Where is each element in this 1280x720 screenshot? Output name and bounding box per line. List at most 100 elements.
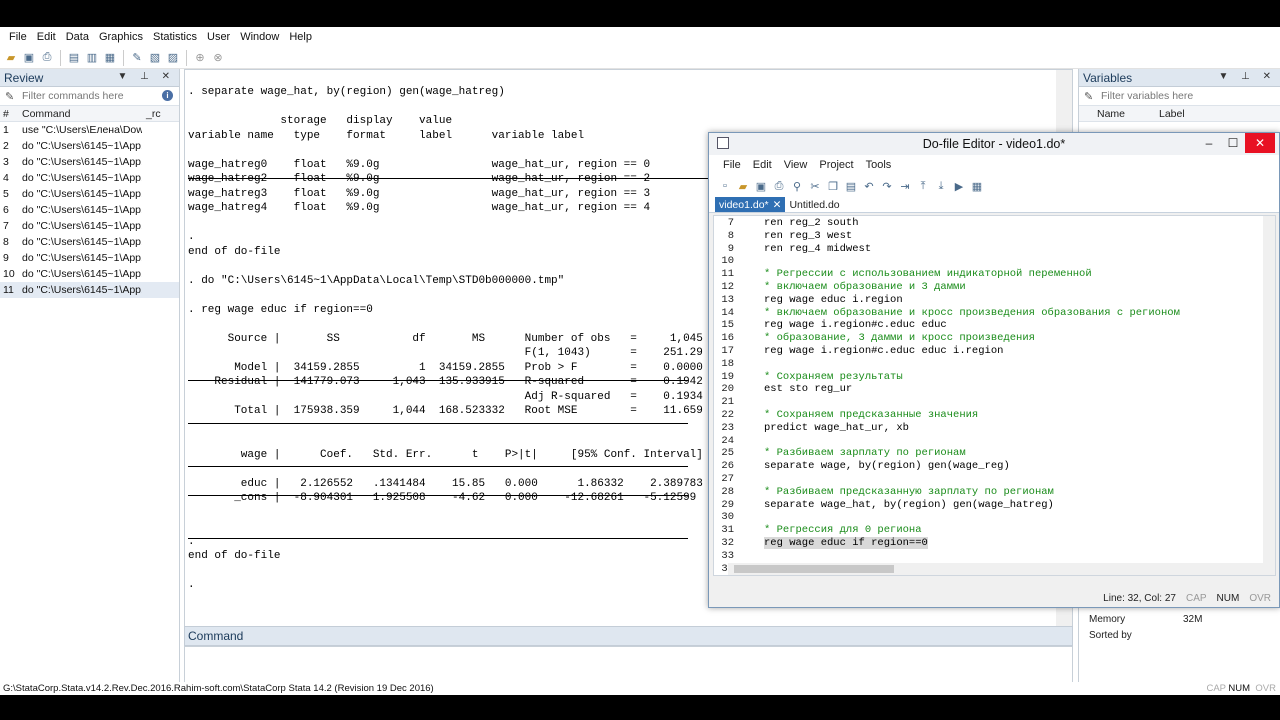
open-icon[interactable]: ▰	[3, 50, 19, 66]
editor-titlebar[interactable]: Do-file Editor - video1.do* – ☐ ✕	[709, 133, 1279, 155]
col-name-header[interactable]: Name	[1079, 108, 1159, 120]
tab-untitled[interactable]: Untitled.do	[785, 197, 843, 212]
minimize-icon[interactable]: –	[1197, 133, 1221, 153]
review-row[interactable]: 4 do "C:\Users\6145~1\App...	[0, 170, 179, 186]
review-row[interactable]: 8 do "C:\Users\6145~1\App...	[0, 234, 179, 250]
review-filter[interactable]: ✎ Filter commands here i	[0, 87, 179, 106]
tab-video1[interactable]: video1.do* ✕	[715, 197, 786, 212]
line-text: ren reg_3 west	[764, 229, 853, 242]
break-icon[interactable]: ⊗	[210, 50, 226, 66]
review-row[interactable]: 9 do "C:\Users\6145~1\App...	[0, 250, 179, 266]
menu-graphics[interactable]: Graphics	[94, 31, 148, 43]
find-icon[interactable]: ⚲	[789, 178, 805, 194]
panel-buttons[interactable]: ▼ ⊥ ✕	[117, 71, 175, 82]
print-icon[interactable]: ⎙	[39, 50, 55, 66]
review-row[interactable]: 1 use "C:\Users\Елена\Dow...	[0, 122, 179, 138]
maximize-icon[interactable]: ☐	[1221, 133, 1245, 153]
code-text: separate wage_hat, by(region) gen(wage_h…	[734, 499, 1054, 512]
status-cap: CAP	[1206, 683, 1226, 694]
redo-icon[interactable]: ↷	[879, 178, 895, 194]
review-row-number: 9	[3, 252, 9, 264]
review-row-command: do "C:\Users\6145~1\App...	[22, 268, 142, 280]
editor-menu-tools[interactable]: Tools	[860, 159, 898, 171]
line-number: 21	[721, 396, 734, 409]
line-text: * Сохраняем предсказанные значения	[764, 408, 979, 421]
review-row[interactable]: 11 do "C:\Users\6145~1\App...	[0, 282, 179, 298]
undo-icon[interactable]: ↶	[861, 178, 877, 194]
variables-filter[interactable]: ✎ Filter variables here	[1079, 87, 1280, 106]
line-text: reg wage i.region#c.educ educ i.region	[764, 344, 1004, 357]
execute-icon[interactable]: ▦	[969, 178, 985, 194]
code-text: reg wage i.region#c.educ educ	[734, 319, 947, 332]
line-text: * образование, 3 дамми и кросс произведе…	[764, 332, 1035, 345]
code-line: 17 reg wage i.region#c.educ educ i.region	[714, 345, 1275, 358]
editor-code-area[interactable]: 7 ren reg_2 south 8 ren reg_3 west 9 ren reg_…	[713, 215, 1276, 576]
menu-data[interactable]: Data	[61, 31, 94, 43]
review-row[interactable]: 6 do "C:\Users\6145~1\App...	[0, 202, 179, 218]
review-filter-input[interactable]: Filter commands here	[22, 90, 124, 102]
col-rc-header[interactable]: _rc	[146, 108, 161, 120]
variables-column-header: Name Label	[1079, 106, 1280, 122]
do-file-editor-icon[interactable]: ✎	[129, 50, 145, 66]
menu-user[interactable]: User	[202, 31, 235, 43]
save-icon[interactable]: ▣	[753, 178, 769, 194]
menu-help[interactable]: Help	[284, 31, 317, 43]
editor-horizontal-scrollbar[interactable]	[728, 563, 1263, 575]
open-icon[interactable]: ▰	[735, 178, 751, 194]
info-icon[interactable]: i	[162, 90, 173, 101]
code-comment: * Сохраняем результаты	[734, 371, 903, 384]
data-browser-icon[interactable]: ▨	[165, 50, 181, 66]
run-icon[interactable]: ▶	[951, 178, 967, 194]
col-label-header[interactable]: Label	[1159, 108, 1185, 120]
log-icon[interactable]: ▤	[66, 50, 82, 66]
shift-down-icon[interactable]: ⤓	[933, 178, 949, 194]
editor-menu-project[interactable]: Project	[813, 159, 859, 171]
scroll-thumb[interactable]	[734, 565, 894, 573]
review-panel: Review ▼ ⊥ ✕ ✎ Filter commands here i # …	[0, 69, 180, 695]
menu-file[interactable]: File	[4, 31, 32, 43]
review-row[interactable]: 5 do "C:\Users\6145~1\App...	[0, 186, 179, 202]
review-row[interactable]: 3 do "C:\Users\6145~1\App...	[0, 154, 179, 170]
code-text: predict wage_hat_ur, xb	[734, 422, 909, 435]
more-icon[interactable]: ⊕	[192, 50, 208, 66]
review-row-command: do "C:\Users\6145~1\App...	[22, 188, 142, 200]
copy-icon[interactable]: ❐	[825, 178, 841, 194]
review-row[interactable]: 2 do "C:\Users\6145~1\App...	[0, 138, 179, 154]
tab-close-icon[interactable]: ✕	[773, 199, 782, 211]
panel-buttons[interactable]: ▼ ⊥ ✕	[1218, 71, 1276, 82]
col-num-header[interactable]: #	[0, 108, 22, 120]
menu-window[interactable]: Window	[235, 31, 284, 43]
graph-icon[interactable]: ▦	[102, 50, 118, 66]
close-icon[interactable]: ✕	[1245, 133, 1275, 153]
command-panel-header: Command	[184, 626, 1073, 646]
col-command-header[interactable]: Command	[22, 108, 146, 120]
menu-edit[interactable]: Edit	[32, 31, 61, 43]
status-num: NUM	[1228, 683, 1250, 694]
new-icon[interactable]: ▫	[717, 178, 733, 194]
review-row[interactable]: 7 do "C:\Users\6145~1\App...	[0, 218, 179, 234]
toolbar-divider	[186, 49, 187, 66]
review-row[interactable]: 10 do "C:\Users\6145~1\App...	[0, 266, 179, 282]
line-text: * Разбиваем предсказанную зарплату по ре…	[764, 485, 1054, 498]
editor-vertical-scrollbar[interactable]	[1263, 216, 1275, 575]
menu-statistics[interactable]: Statistics	[148, 31, 202, 43]
code-lines: 7 ren reg_2 south 8 ren reg_3 west 9 ren reg_…	[714, 216, 1275, 575]
indent-icon[interactable]: ⇥	[897, 178, 913, 194]
status-path: G:\StataCorp.Stata.v14.2.Rev.Dec.2016.Ra…	[3, 683, 434, 694]
paste-icon[interactable]: ▤	[843, 178, 859, 194]
code-text: ren reg_4 midwest	[734, 243, 871, 256]
review-row-number: 8	[3, 236, 9, 248]
shift-up-icon[interactable]: ⤒	[915, 178, 931, 194]
review-row-number: 5	[3, 188, 9, 200]
editor-menu-file[interactable]: File	[717, 159, 747, 171]
viewer-icon[interactable]: ▥	[84, 50, 100, 66]
editor-menu-view[interactable]: View	[778, 159, 814, 171]
editor-menu-edit[interactable]: Edit	[747, 159, 778, 171]
save-icon[interactable]: ▣	[21, 50, 37, 66]
cut-icon[interactable]: ✂	[807, 178, 823, 194]
data-editor-icon[interactable]: ▧	[147, 50, 163, 66]
line-number: 33	[721, 549, 734, 562]
variables-filter-input[interactable]: Filter variables here	[1101, 90, 1193, 102]
print-icon[interactable]: ⎙	[771, 178, 787, 194]
